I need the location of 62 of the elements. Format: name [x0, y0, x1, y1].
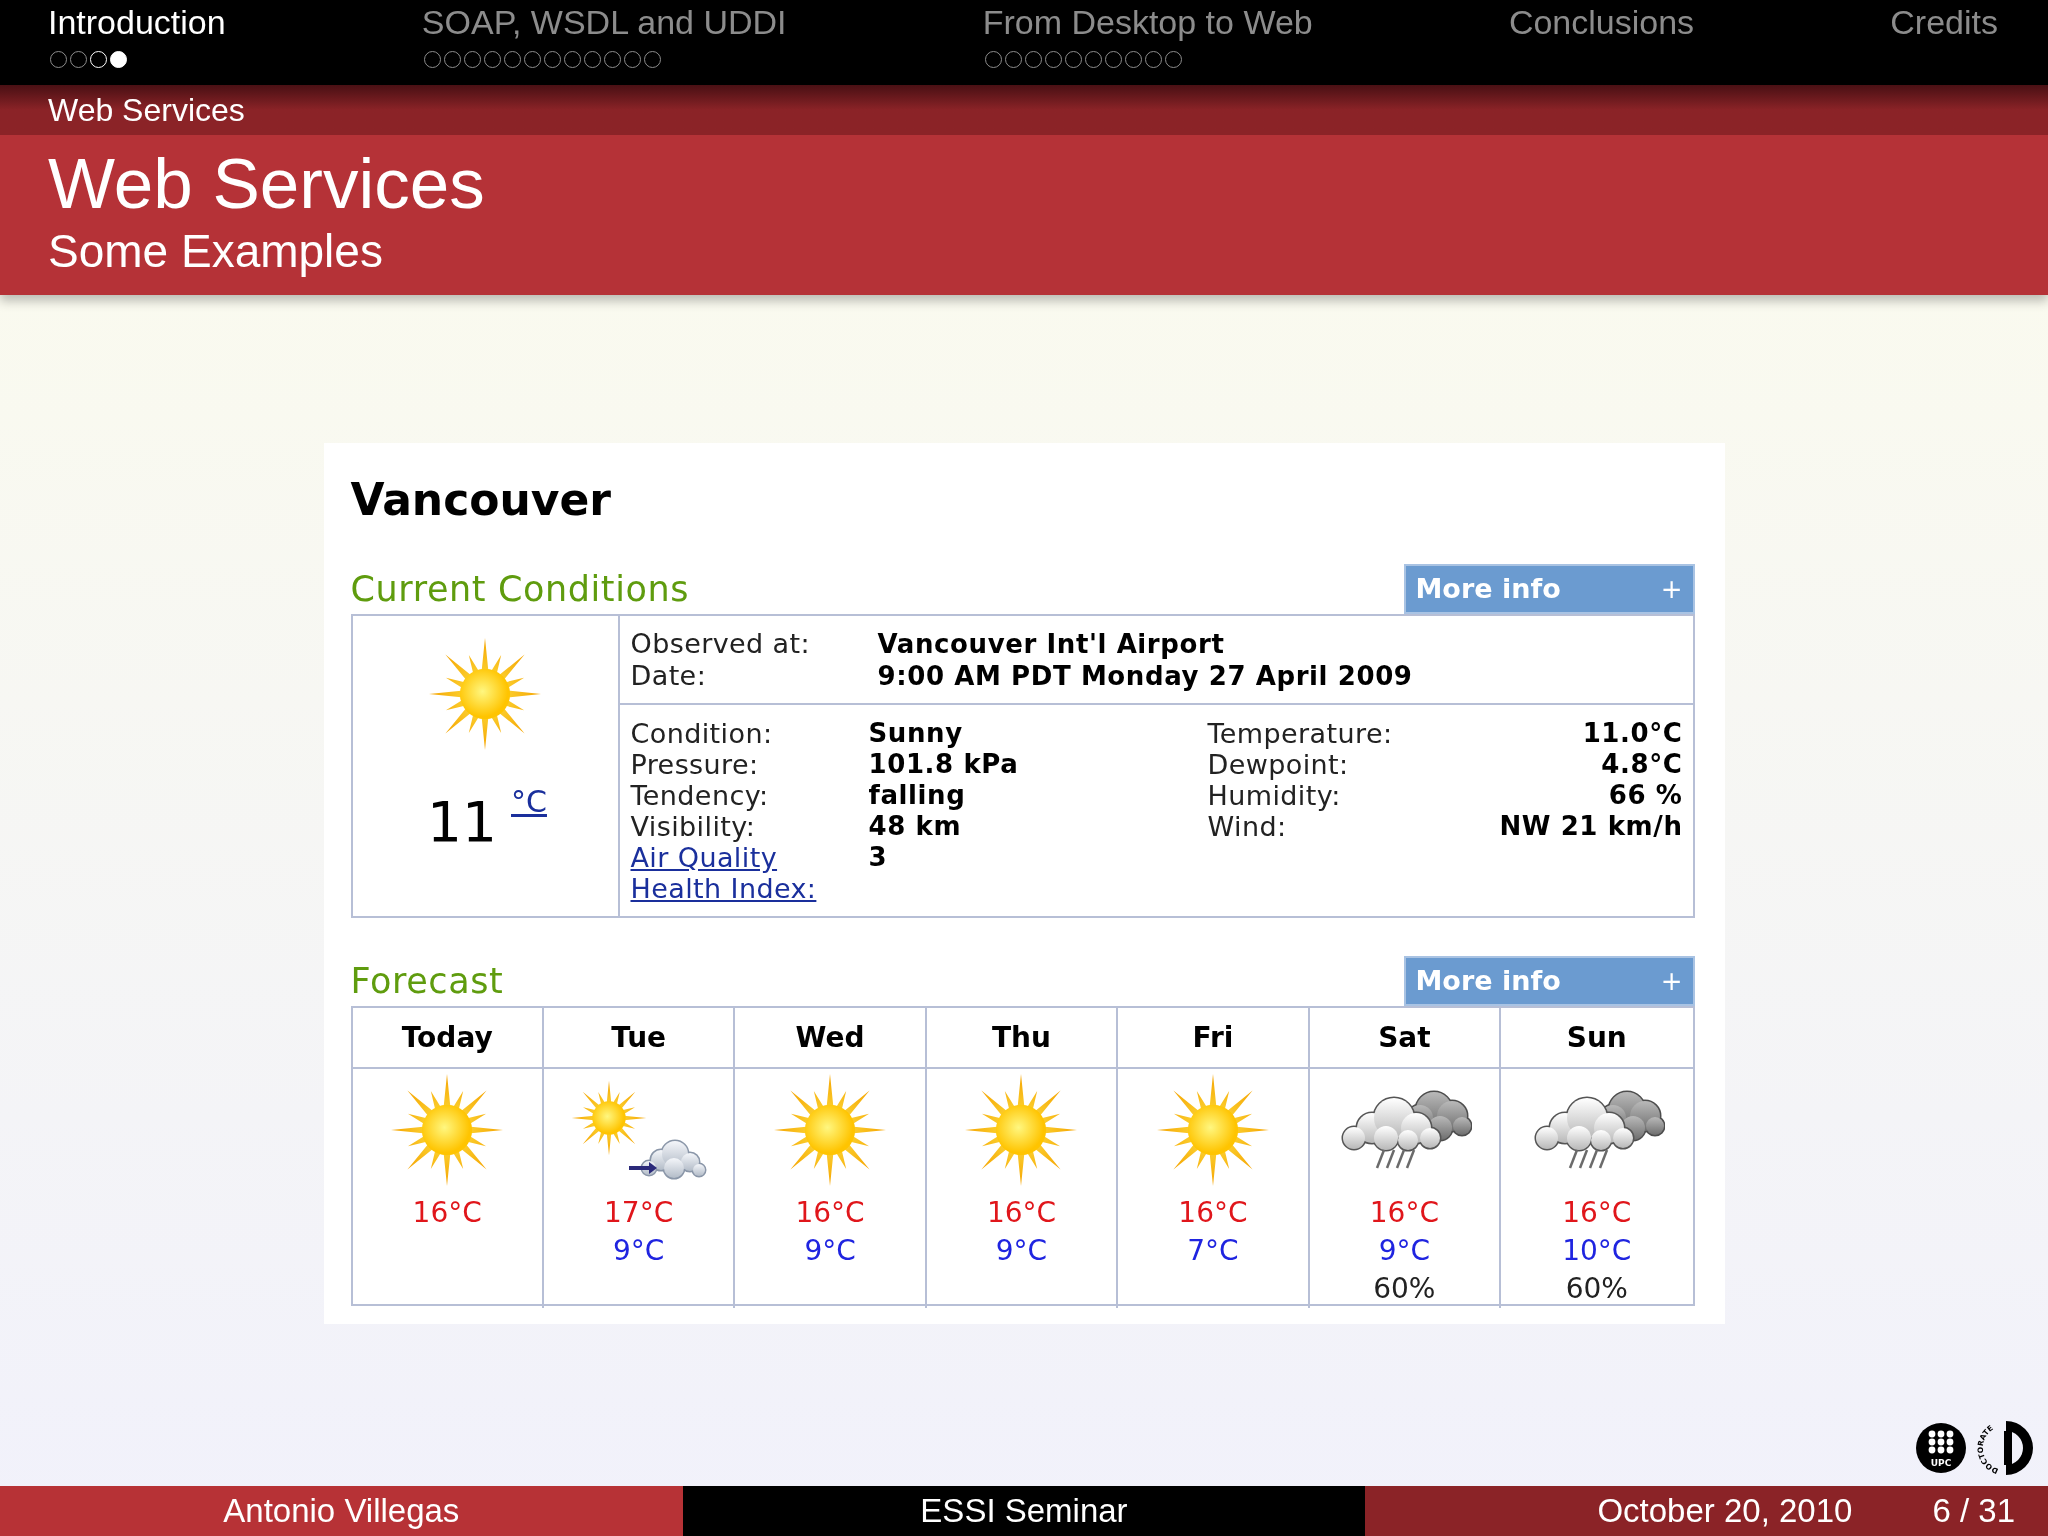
- field-label: Wind:: [1207, 811, 1287, 842]
- section-link[interactable]: SOAP, WSDL and UDDI: [421, 3, 787, 41]
- air-quality-link[interactable]: Air Quality Health Index:: [630, 842, 846, 904]
- field-label: Humidity:: [1207, 780, 1341, 811]
- field-label: Dewpoint:: [1207, 749, 1349, 780]
- event-name: ESSI Seminar: [920, 1491, 1128, 1532]
- field-label: Visibility:: [630, 811, 756, 842]
- field-label: Observed at:: [630, 628, 810, 660]
- frame-title: Web Services: [48, 145, 485, 223]
- field-value: 11.0°C: [1582, 718, 1683, 749]
- high-temperature: 17°C: [604, 1195, 674, 1231]
- author-name: Antonio Villegas: [223, 1491, 460, 1532]
- field-label: Pressure:: [630, 749, 759, 780]
- forecast-day-header: Tue: [543, 1008, 734, 1069]
- subsection-title: Web Services: [48, 91, 245, 130]
- unit-link[interactable]: °C: [511, 786, 547, 818]
- field-value: 4.8°C: [1601, 749, 1683, 780]
- frame-subtitle: Some Examples: [48, 224, 383, 279]
- field-value: falling: [868, 780, 966, 811]
- field-value: Sunny: [868, 718, 963, 749]
- field-value: 9:00 AM PDT Monday 27 April 2009: [877, 660, 1413, 692]
- forecast-day-header: Sat: [1309, 1008, 1500, 1069]
- field-label: Tendency:: [630, 780, 769, 811]
- low-temperature: 9°C: [804, 1233, 856, 1269]
- section-link[interactable]: From Desktop to Web: [982, 3, 1313, 41]
- high-temperature: 16°C: [1178, 1195, 1248, 1231]
- high-temperature: 16°C: [1369, 1195, 1439, 1231]
- field-value: 3: [868, 842, 888, 873]
- forecast-day-header: Fri: [1118, 1008, 1308, 1069]
- precipitation-chance: 60%: [1373, 1271, 1436, 1307]
- high-temperature: 16°C: [1562, 1195, 1632, 1231]
- field-label: Temperature:: [1207, 718, 1393, 749]
- section-heading: Forecast: [350, 959, 504, 1003]
- forecast-day-header: Thu: [926, 1008, 1117, 1069]
- field-label: Date:: [630, 660, 707, 692]
- high-temperature: 16°C: [795, 1195, 865, 1231]
- high-temperature: 16°C: [412, 1195, 482, 1231]
- page-number: 6 / 31: [1932, 1491, 2015, 1532]
- field-value: Vancouver Int'l Airport: [877, 628, 1225, 660]
- field-label: Condition:: [630, 718, 773, 749]
- upc-logo: UPC: [1916, 1423, 1966, 1473]
- low-temperature: 9°C: [612, 1233, 665, 1269]
- current-temperature: 11: [427, 794, 497, 850]
- precipitation-chance: 60%: [1565, 1271, 1628, 1307]
- forecast-day-header: Today: [352, 1008, 542, 1069]
- city-name: Vancouver: [350, 473, 612, 527]
- field-value: 101.8 kPa: [868, 749, 1019, 780]
- section-link[interactable]: Introduction: [48, 3, 226, 41]
- field-value: 48 km: [868, 811, 962, 842]
- low-temperature: 9°C: [995, 1233, 1048, 1269]
- high-temperature: 16°C: [986, 1195, 1057, 1231]
- low-temperature: 7°C: [1187, 1233, 1239, 1269]
- section-link[interactable]: Credits: [1890, 3, 1998, 41]
- low-temperature: 10°C: [1562, 1233, 1632, 1269]
- forecast-day-header: Sun: [1501, 1008, 1693, 1069]
- field-value: 66 %: [1608, 780, 1683, 811]
- section-heading: Current Conditions: [350, 567, 690, 611]
- section-link[interactable]: Conclusions: [1508, 3, 1695, 41]
- forecast-day-header: Wed: [735, 1008, 925, 1069]
- field-value: NW 21 km/h: [1499, 811, 1683, 842]
- date-text: October 20, 2010: [1597, 1491, 1853, 1532]
- low-temperature: 9°C: [1378, 1233, 1431, 1269]
